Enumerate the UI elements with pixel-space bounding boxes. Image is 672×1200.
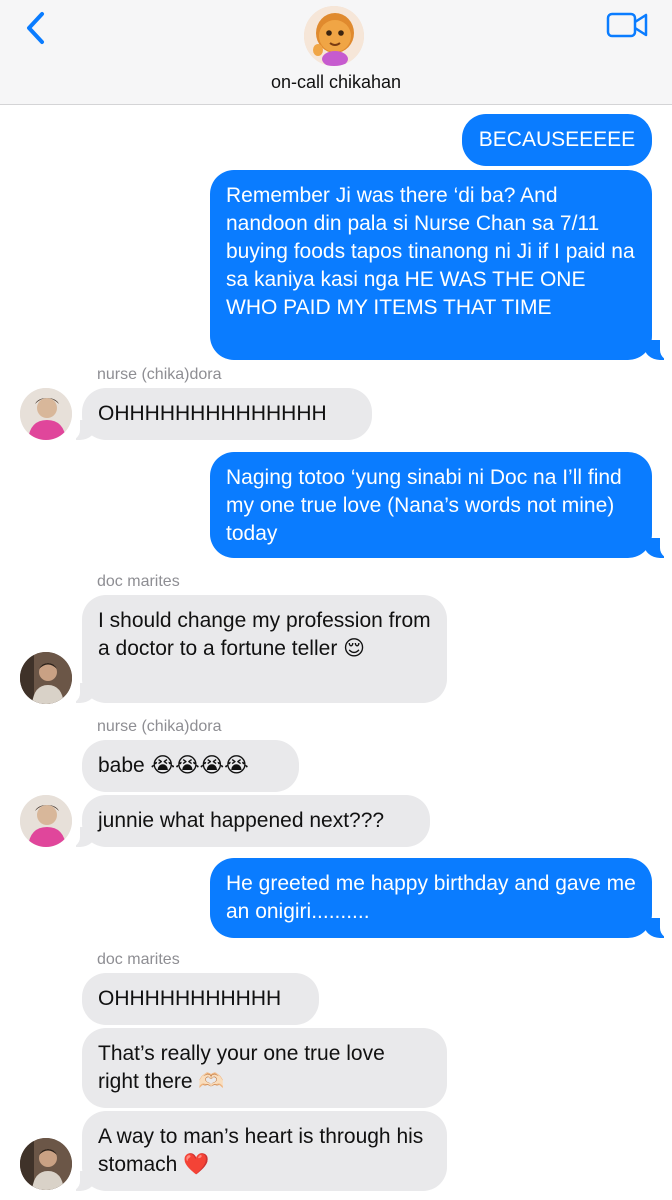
message-bubble-outgoing[interactable]: BECAUSEEEEE xyxy=(462,114,652,166)
person-photo-icon xyxy=(20,652,72,704)
bubble-tail xyxy=(62,681,96,705)
bubble-tail xyxy=(62,825,96,849)
person-photo-icon xyxy=(20,795,72,847)
avatar-nurse-chikadora[interactable] xyxy=(20,388,72,440)
avatar-nurse-chikadora[interactable] xyxy=(20,795,72,847)
bubble-tail xyxy=(644,536,672,560)
message-bubble-incoming[interactable]: OHHHHHHHHHHH xyxy=(82,973,319,1025)
message-bubble-outgoing[interactable]: Remember Ji was there ‘di ba? And nandoo… xyxy=(210,170,652,360)
chat-title[interactable]: on-call chikahan xyxy=(0,72,672,93)
message-bubble-incoming[interactable]: That’s really your one true love right t… xyxy=(82,1028,447,1108)
message-bubble-incoming[interactable]: junnie what happened next??? xyxy=(82,795,430,847)
bubble-tail xyxy=(62,1169,96,1193)
video-camera-icon xyxy=(606,12,648,38)
message-bubble-outgoing[interactable]: Naging totoo ‘yung sinabi ni Doc na I’ll… xyxy=(210,452,652,558)
message-bubble-incoming[interactable]: A way to man’s heart is through his stom… xyxy=(82,1111,447,1191)
message-bubble-incoming[interactable]: OHHHHHHHHHHHHHH xyxy=(82,388,372,440)
person-photo-icon xyxy=(20,1138,72,1190)
bubble-tail xyxy=(62,418,96,442)
sender-name: doc marites xyxy=(97,951,180,968)
avatar-doc-marites[interactable] xyxy=(20,652,72,704)
chevron-left-icon xyxy=(27,12,44,44)
group-avatar[interactable] xyxy=(304,6,364,66)
baby-emoji-avatar xyxy=(304,6,364,66)
sender-name: doc marites xyxy=(97,573,180,590)
message-bubble-incoming[interactable]: babe 😭😭😭😭 xyxy=(82,740,299,792)
sender-name: nurse (chika)dora xyxy=(97,718,222,735)
message-bubble-incoming[interactable]: I should change my profession from a doc… xyxy=(82,595,447,703)
bubble-tail xyxy=(644,338,672,362)
person-photo-icon xyxy=(20,388,72,440)
bubble-tail xyxy=(644,916,672,940)
sender-name: nurse (chika)dora xyxy=(97,366,222,383)
conversation-header: on-call chikahan xyxy=(0,0,672,105)
video-call-button[interactable] xyxy=(606,12,648,38)
back-button[interactable] xyxy=(22,10,52,46)
avatar-doc-marites[interactable] xyxy=(20,1138,72,1190)
message-bubble-outgoing[interactable]: He greeted me happy birthday and gave me… xyxy=(210,858,652,938)
